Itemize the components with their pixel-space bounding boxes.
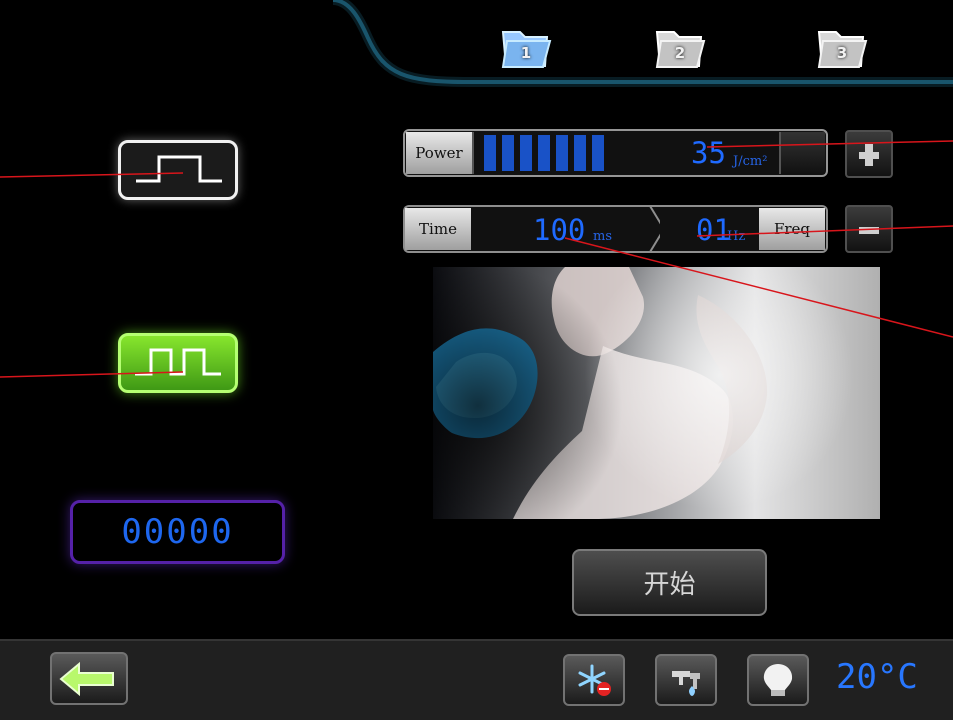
annotation-line-multi-mode <box>0 371 184 378</box>
annotation-line-time <box>564 237 953 338</box>
annotation-line-frequency <box>696 225 953 237</box>
annotation-lines <box>0 140 953 378</box>
annotation-line-single-mode <box>0 172 184 178</box>
device-screen: 1 2 3 00000 Power 35 J/cm² Time 100 ms 0… <box>0 0 953 720</box>
annotation-line-power <box>706 140 953 148</box>
